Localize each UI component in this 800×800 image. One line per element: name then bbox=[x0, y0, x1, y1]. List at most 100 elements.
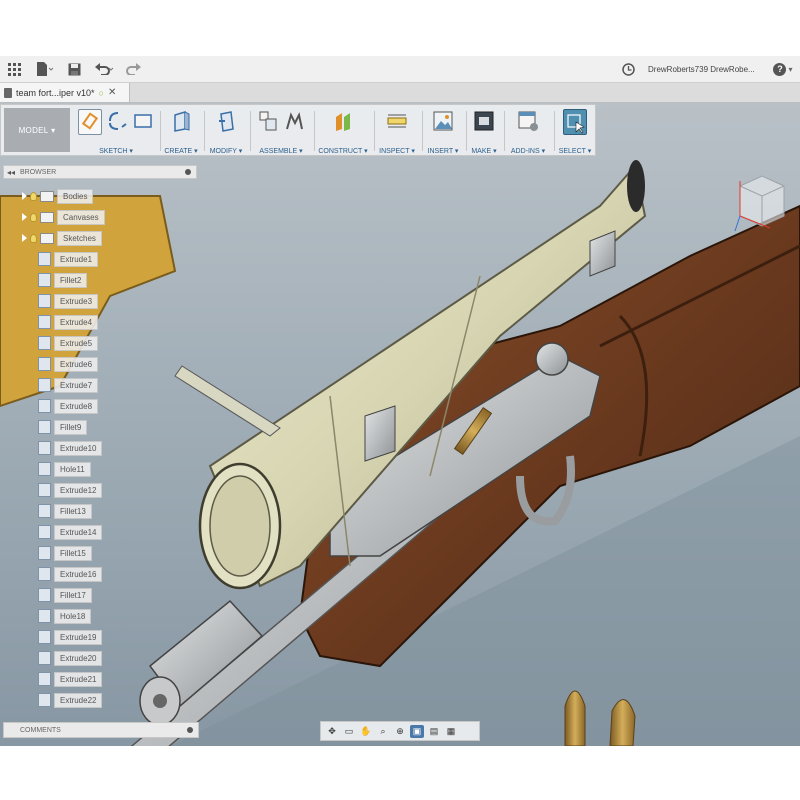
display-settings-icon[interactable]: ▣ bbox=[410, 724, 424, 738]
timeline-feature-extrude7[interactable]: Extrude7 bbox=[38, 377, 99, 393]
expand-icon[interactable] bbox=[22, 234, 27, 242]
browser-panel-header[interactable]: ◂◂ BROWSER bbox=[3, 165, 197, 179]
ribbon-group-label: MODIFY ▾ bbox=[209, 148, 243, 155]
user-account-menu[interactable]: DrewRoberts739 DrewRobe... bbox=[648, 60, 760, 78]
workspace-switcher[interactable]: MODEL ▾ bbox=[4, 108, 70, 152]
extrude-feature-icon bbox=[38, 315, 51, 329]
orbit-icon[interactable]: ✥ bbox=[325, 725, 339, 738]
save-icon[interactable] bbox=[66, 60, 82, 78]
ribbon-group-add-ins[interactable]: ADD-INS ▾ bbox=[505, 105, 551, 157]
grid-settings-icon[interactable]: ▤ bbox=[427, 725, 441, 738]
browser-folder-label: Canvases bbox=[57, 209, 105, 225]
browser-folder-sketches[interactable]: Sketches bbox=[22, 230, 102, 246]
timeline-feature-fillet15[interactable]: Fillet15 bbox=[38, 545, 92, 561]
3d-print-icon[interactable] bbox=[473, 109, 495, 133]
timeline-feature-extrude10[interactable]: Extrude10 bbox=[38, 440, 103, 456]
extrude-feature-icon bbox=[38, 567, 51, 581]
ribbon-group-sketch[interactable]: SKETCH ▾ bbox=[75, 105, 157, 157]
timeline-feature-extrude5[interactable]: Extrude5 bbox=[38, 335, 99, 351]
browser-folder-canvases[interactable]: Canvases bbox=[22, 209, 105, 225]
3d-viewport[interactable] bbox=[0, 103, 800, 746]
timeline-feature-extrude20[interactable]: Extrude20 bbox=[38, 650, 103, 666]
viewports-icon[interactable]: ▦ bbox=[444, 725, 458, 738]
fillet-feature-icon bbox=[38, 546, 51, 560]
timeline-feature-extrude4[interactable]: Extrude4 bbox=[38, 314, 99, 330]
ribbon-group-modify[interactable]: MODIFY ▾ bbox=[205, 105, 247, 157]
timeline-feature-extrude8[interactable]: Extrude8 bbox=[38, 398, 99, 414]
timeline-feature-extrude19[interactable]: Extrude19 bbox=[38, 629, 103, 645]
feature-label: Hole18 bbox=[54, 608, 92, 624]
document-tab-bar: team fort...iper v10* ○ ✕ bbox=[0, 83, 800, 103]
timeline-feature-extrude3[interactable]: Extrude3 bbox=[38, 293, 99, 309]
collapse-icon[interactable]: ◂◂ bbox=[7, 168, 15, 177]
pan-icon[interactable]: ✋ bbox=[359, 725, 373, 738]
feature-label: Fillet15 bbox=[54, 545, 92, 561]
browser-folder-label: Sketches bbox=[57, 230, 102, 246]
help-icon[interactable]: ? ▾ bbox=[770, 60, 796, 78]
line-icon[interactable] bbox=[106, 109, 128, 133]
offset-plane-icon[interactable] bbox=[332, 109, 354, 133]
comments-panel-header[interactable]: COMMENTS bbox=[3, 722, 199, 738]
navigation-bar: ✥ ▭ ✋ ⌕ ⊕ ▣ ▤ ▦ bbox=[320, 721, 480, 741]
scripts-icon[interactable] bbox=[517, 109, 539, 133]
folder-icon bbox=[40, 190, 54, 202]
insert-image-icon[interactable] bbox=[432, 109, 454, 133]
visibility-bulb-icon[interactable] bbox=[30, 233, 37, 243]
ribbon-group-assemble[interactable]: ASSEMBLE ▾ bbox=[251, 105, 311, 157]
timeline-feature-fillet13[interactable]: Fillet13 bbox=[38, 503, 92, 519]
select-icon[interactable] bbox=[563, 109, 587, 135]
extrude-feature-icon bbox=[38, 294, 51, 308]
look-at-icon[interactable]: ▭ bbox=[342, 725, 356, 738]
expand-icon[interactable] bbox=[22, 213, 27, 221]
grid-icon[interactable] bbox=[6, 60, 22, 78]
timeline-feature-extrude16[interactable]: Extrude16 bbox=[38, 566, 103, 582]
folder-icon bbox=[40, 232, 54, 244]
undo-icon[interactable] bbox=[94, 60, 116, 78]
feature-label: Extrude8 bbox=[54, 398, 99, 414]
new-component-icon[interactable] bbox=[257, 109, 279, 133]
folder-icon bbox=[40, 211, 54, 223]
visibility-bulb-icon[interactable] bbox=[30, 191, 37, 201]
press-pull-icon[interactable] bbox=[215, 109, 237, 133]
timeline-feature-hole11[interactable]: Hole11 bbox=[38, 461, 91, 477]
feature-label: Hole11 bbox=[54, 461, 91, 477]
rectangle-icon[interactable] bbox=[132, 109, 154, 133]
chevron-down-icon: ▾ bbox=[788, 64, 793, 74]
ribbon-group-inspect[interactable]: INSPECT ▾ bbox=[375, 105, 419, 157]
timeline-feature-extrude6[interactable]: Extrude6 bbox=[38, 356, 99, 372]
job-status-icon[interactable] bbox=[620, 60, 636, 78]
extrude-feature-icon bbox=[38, 630, 51, 644]
component-icon bbox=[4, 87, 12, 98]
joint-icon[interactable] bbox=[283, 109, 305, 133]
comments-options-icon[interactable] bbox=[187, 727, 193, 733]
visibility-bulb-icon[interactable] bbox=[30, 212, 37, 222]
timeline-feature-hole18[interactable]: Hole18 bbox=[38, 608, 92, 624]
zoom-icon[interactable]: ⌕ bbox=[376, 725, 390, 738]
timeline-feature-extrude21[interactable]: Extrude21 bbox=[38, 671, 103, 687]
ribbon-group-insert[interactable]: INSERT ▾ bbox=[423, 105, 463, 157]
timeline-feature-fillet17[interactable]: Fillet17 bbox=[38, 587, 92, 603]
ribbon-group-construct[interactable]: CONSTRUCT ▾ bbox=[315, 105, 371, 157]
feature-label: Extrude21 bbox=[54, 671, 103, 687]
tab-document[interactable]: team fort...iper v10* ○ ✕ bbox=[0, 83, 130, 102]
ribbon-group-create[interactable]: CREATE ▾ bbox=[161, 105, 201, 157]
timeline-feature-extrude1[interactable]: Extrude1 bbox=[38, 251, 99, 267]
timeline-feature-extrude12[interactable]: Extrude12 bbox=[38, 482, 103, 498]
extrude-icon[interactable] bbox=[170, 109, 192, 133]
file-icon[interactable] bbox=[34, 60, 56, 78]
close-icon[interactable]: ✕ bbox=[108, 87, 116, 98]
browser-options-icon[interactable] bbox=[185, 169, 191, 175]
redo-icon[interactable] bbox=[124, 60, 146, 78]
timeline-feature-extrude14[interactable]: Extrude14 bbox=[38, 524, 103, 540]
extrude-feature-icon bbox=[38, 399, 51, 413]
timeline-feature-fillet9[interactable]: Fillet9 bbox=[38, 419, 88, 435]
create-sketch-icon[interactable] bbox=[78, 109, 102, 135]
browser-folder-bodies[interactable]: Bodies bbox=[22, 188, 94, 204]
expand-icon[interactable] bbox=[22, 192, 27, 200]
ribbon-group-make[interactable]: MAKE ▾ bbox=[467, 105, 501, 157]
timeline-feature-fillet2[interactable]: Fillet2 bbox=[38, 272, 88, 288]
zoom-window-icon[interactable]: ⊕ bbox=[393, 725, 407, 738]
ribbon-group-select[interactable]: SELECT ▾ bbox=[555, 105, 595, 157]
timeline-feature-extrude22[interactable]: Extrude22 bbox=[38, 692, 103, 708]
measure-icon[interactable] bbox=[386, 109, 408, 133]
